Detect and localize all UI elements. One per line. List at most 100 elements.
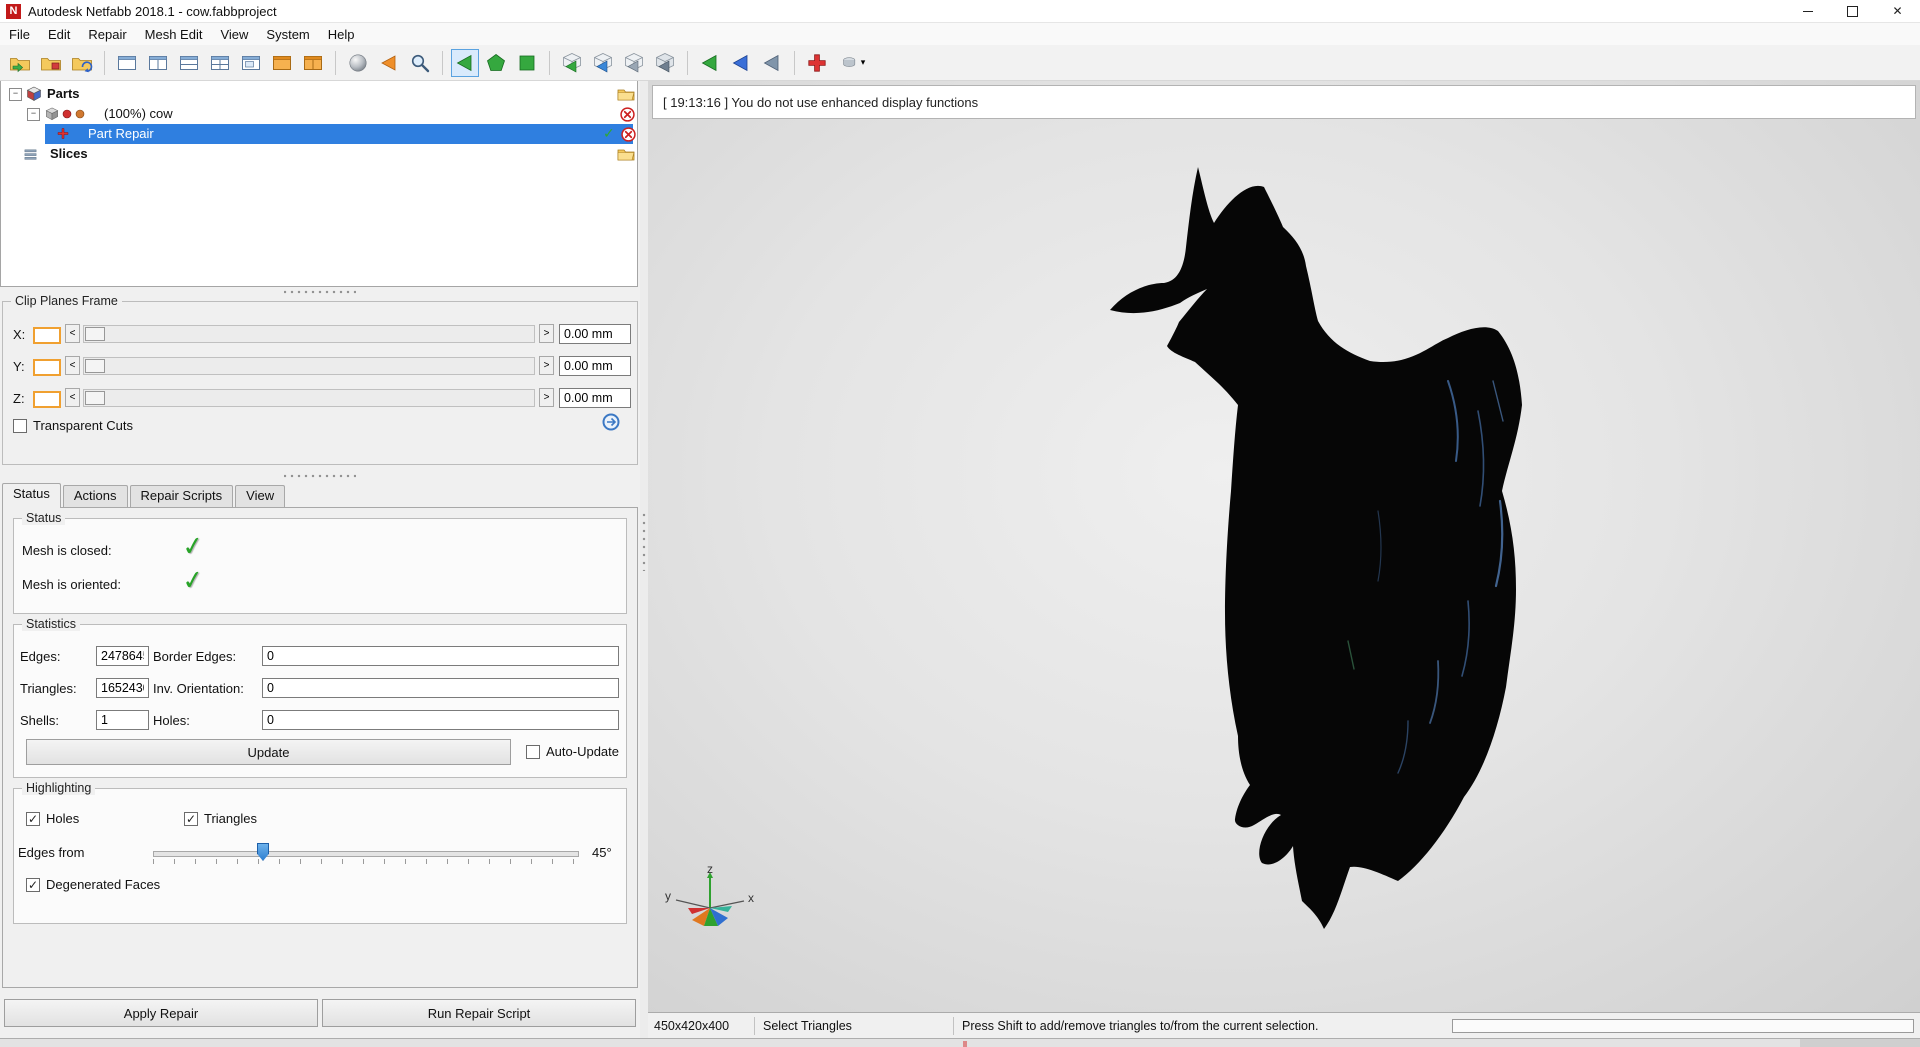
transparent-cuts-checkbox[interactable] <box>13 418 27 433</box>
zoom-icon <box>411 54 430 72</box>
expander-icon[interactable]: − <box>27 108 40 121</box>
new-view-quad-button[interactable] <box>206 49 234 77</box>
tree-row-slices[interactable]: Slices <box>1 144 637 164</box>
clip-y-decrement-button[interactable]: < <box>65 356 80 375</box>
auto-update-checkbox[interactable] <box>526 744 540 759</box>
minimize-button[interactable] <box>1785 0 1830 22</box>
load-slices-folder-icon[interactable] <box>617 147 635 161</box>
menu-mesh-edit[interactable]: Mesh Edit <box>136 27 212 42</box>
clip-y-increment-button[interactable]: > <box>539 356 554 375</box>
tab-actions[interactable]: Actions <box>62 485 128 507</box>
apply-check-icon[interactable]: ✓ <box>603 125 615 142</box>
new-view-hsplit-button[interactable] <box>175 49 203 77</box>
edges-angle-slider[interactable] <box>153 851 579 857</box>
transparent-cuts-label: Transparent Cuts <box>33 418 133 433</box>
tree-row-part-repair[interactable]: Part Repair ✓ <box>1 124 637 144</box>
menu-help[interactable]: Help <box>319 27 364 42</box>
menu-edit[interactable]: Edit <box>39 27 79 42</box>
menu-view[interactable]: View <box>211 27 257 42</box>
triangle-green-button[interactable] <box>696 49 724 77</box>
platform-view-alt-button[interactable] <box>299 49 327 77</box>
clip-z-slider[interactable] <box>83 389 535 407</box>
transparent-cuts-row: Transparent Cuts <box>13 418 133 433</box>
load-folder-icon[interactable] <box>617 87 635 101</box>
cube-select-green-button[interactable] <box>558 49 586 77</box>
tab-view[interactable]: View <box>235 485 286 507</box>
shells-field[interactable] <box>96 710 149 730</box>
repair-part-button[interactable] <box>803 49 831 77</box>
clip-z-decrement-button[interactable]: < <box>65 388 80 407</box>
triangle-blue-button[interactable] <box>727 49 755 77</box>
clip-y-slider[interactable] <box>83 357 535 375</box>
menu-repair[interactable]: Repair <box>79 27 135 42</box>
shaded-view-button[interactable] <box>344 49 372 77</box>
select-triangles-button[interactable] <box>451 48 479 77</box>
repair-plus-icon <box>808 53 826 72</box>
clip-z-increment-button[interactable]: > <box>539 388 554 407</box>
triangles-field[interactable] <box>96 678 149 698</box>
select-rectangle-button[interactable] <box>513 49 541 77</box>
expander-icon[interactable]: − <box>9 88 22 101</box>
clip-x-increment-button[interactable]: > <box>539 324 554 343</box>
shells-label: Shells: <box>20 713 60 728</box>
import-part-icon <box>72 57 93 72</box>
cancel-repair-icon[interactable] <box>621 127 636 142</box>
cube-select-blue-button[interactable] <box>589 49 617 77</box>
open-project-button[interactable] <box>6 49 34 77</box>
remove-part-icon[interactable] <box>620 107 635 122</box>
cube-select-slate-button[interactable] <box>651 49 679 77</box>
clip-z-slider-thumb[interactable] <box>85 391 105 405</box>
tree-row-parts[interactable]: − Parts <box>1 84 637 104</box>
clip-y-value-field[interactable] <box>559 356 631 376</box>
select-polygon-button[interactable] <box>482 49 510 77</box>
update-button[interactable]: Update <box>26 739 511 765</box>
cube-select-gray-icon <box>625 52 643 73</box>
clip-x-value-field[interactable] <box>559 324 631 344</box>
apply-repair-button[interactable]: Apply Repair <box>4 999 318 1027</box>
menu-file[interactable]: File <box>0 27 39 42</box>
zoom-button[interactable] <box>406 49 434 77</box>
inv-orientation-field[interactable] <box>262 678 619 698</box>
reset-clip-icon[interactable] <box>601 412 621 432</box>
holes-checkbox[interactable]: ✓ <box>26 811 40 826</box>
new-view-inner-button[interactable] <box>237 49 265 77</box>
platform-view-button[interactable] <box>268 49 296 77</box>
import-part-button[interactable] <box>68 49 96 77</box>
clip-z-value-field[interactable] <box>559 388 631 408</box>
menu-system[interactable]: System <box>257 27 318 42</box>
new-view-vsplit-button[interactable] <box>144 49 172 77</box>
horizontal-splitter[interactable] <box>0 471 640 481</box>
cube-select-gray-button[interactable] <box>620 49 648 77</box>
clip-y-slider-thumb[interactable] <box>85 359 105 373</box>
degenerated-faces-checkbox[interactable]: ✓ <box>26 877 40 892</box>
triangle-slate-button[interactable] <box>758 49 786 77</box>
statusbar-separator <box>754 1016 755 1035</box>
open-part-button[interactable] <box>37 49 65 77</box>
clip-plane-color-swatch[interactable] <box>33 359 61 376</box>
platform-icon <box>843 56 855 67</box>
vertical-splitter[interactable] <box>640 81 648 1038</box>
status-tab-page: Status Mesh is closed: ✓ Mesh is oriente… <box>2 508 638 988</box>
highlighting-group-title: Highlighting <box>22 781 96 795</box>
back-view-button[interactable] <box>375 49 403 77</box>
run-repair-script-button[interactable]: Run Repair Script <box>322 999 636 1027</box>
open-part-icon <box>41 57 61 70</box>
close-button[interactable]: ✕ <box>1875 0 1920 22</box>
triangles-checkbox[interactable]: ✓ <box>184 811 198 826</box>
platform-menu-button[interactable]: ▾ <box>834 49 872 77</box>
maximize-button[interactable] <box>1830 0 1875 22</box>
clip-plane-color-swatch[interactable] <box>33 327 61 344</box>
border-edges-field[interactable] <box>262 646 619 666</box>
holes-count-field[interactable] <box>262 710 619 730</box>
new-view-button[interactable] <box>113 49 141 77</box>
tab-status[interactable]: Status <box>2 483 61 508</box>
clip-x-slider-thumb[interactable] <box>85 327 105 341</box>
edges-field[interactable] <box>96 646 149 666</box>
clip-plane-color-swatch[interactable] <box>33 391 61 408</box>
clip-x-decrement-button[interactable]: < <box>65 324 80 343</box>
scene-3d[interactable]: z y x <box>648 81 1920 1012</box>
tab-repair-scripts[interactable]: Repair Scripts <box>129 485 234 507</box>
axis-x-label: x <box>748 891 754 905</box>
tree-row-cow[interactable]: − (100%) cow <box>1 104 637 124</box>
clip-x-slider[interactable] <box>83 325 535 343</box>
